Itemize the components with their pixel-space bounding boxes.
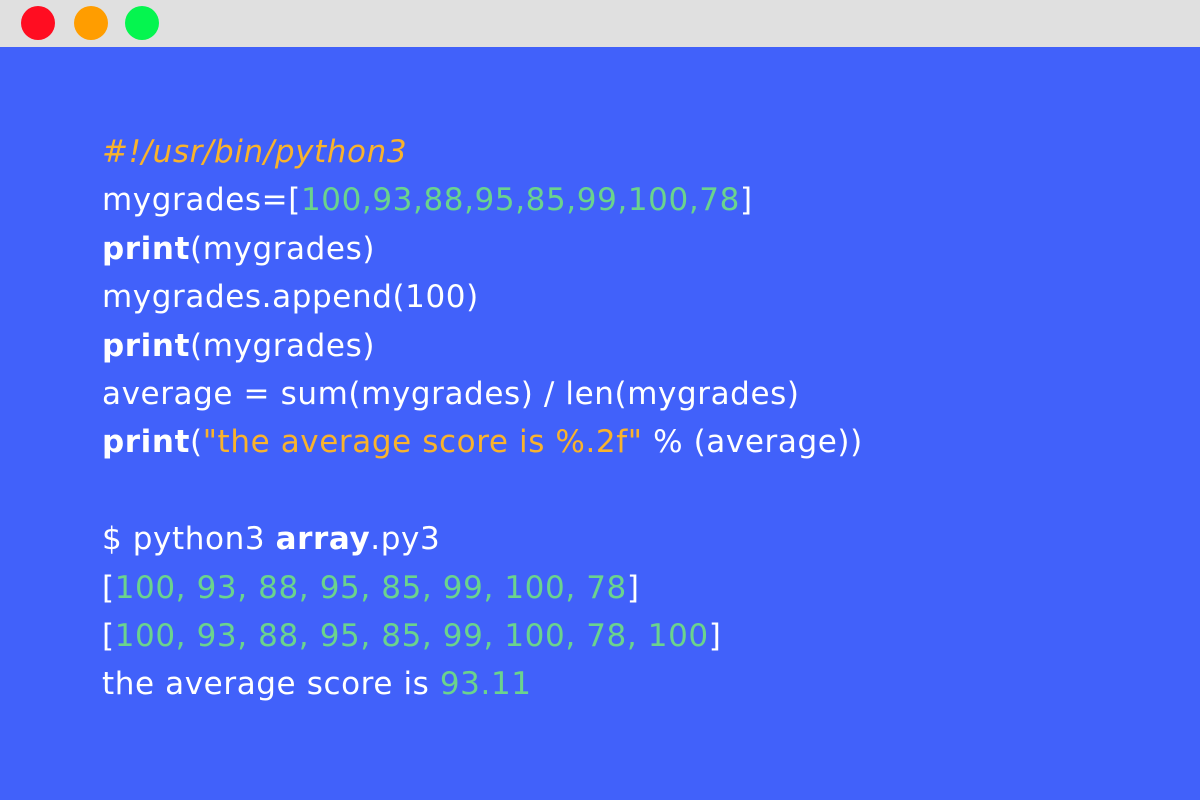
code-line: the average score is 93.11 (102, 660, 1162, 708)
code-token-plain: $ python3 (102, 521, 276, 558)
code-token-plain: .py3 (370, 521, 441, 558)
code-token-plain: % (average)) (642, 424, 863, 461)
title-bar (0, 0, 1200, 47)
code-token-plain: ] (626, 569, 640, 606)
code-token-number: 100, 93, 88, 95, 85, 99, 100, 78, 100 (114, 617, 709, 654)
code-token-string: "the average score is %.2f" (202, 424, 643, 461)
code-line: [100, 93, 88, 95, 85, 99, 100, 78] (102, 564, 1162, 612)
code-token-number: 100,93,88,95,85,99,100,78 (300, 182, 740, 219)
code-token-comment: #!/usr/bin/python3 (102, 134, 408, 170)
code-token-plain: [ (102, 617, 115, 654)
code-line: print(mygrades) (102, 225, 1162, 273)
code-token-keyword: print (102, 327, 190, 364)
maximize-button[interactable] (125, 6, 159, 40)
code-line: mygrades.append(100) (102, 273, 1162, 321)
code-line: print("the average score is %.2f" % (ave… (102, 418, 1162, 466)
code-token-plain: ] (739, 182, 753, 219)
code-line: #!/usr/bin/python3 (102, 128, 1162, 176)
code-token-keyword: array (275, 521, 371, 558)
code-line: mygrades=[100,93,88,95,85,99,100,78] (102, 176, 1162, 224)
code-token-plain: [ (102, 569, 115, 606)
code-token-plain: ( (190, 424, 203, 461)
code-token-plain: the average score is (102, 666, 440, 703)
code-token-plain: ] (708, 617, 722, 654)
close-button[interactable] (21, 6, 55, 40)
code-line: print(mygrades) (102, 322, 1162, 370)
code-line: [100, 93, 88, 95, 85, 99, 100, 78, 100] (102, 612, 1162, 660)
code-area: #!/usr/bin/python3 mygrades=[100,93,88,95… (102, 128, 1162, 709)
code-token-number: 100, 93, 88, 95, 85, 99, 100, 78 (114, 569, 627, 606)
code-token-plain: (mygrades) (190, 327, 376, 364)
code-line: $ python3 array.py3 (102, 515, 1162, 563)
minimize-button[interactable] (74, 6, 108, 40)
code-token-plain: mygrades=[ (102, 182, 301, 219)
code-token-keyword: print (102, 424, 190, 461)
terminal-window: #!/usr/bin/python3 mygrades=[100,93,88,95… (0, 0, 1200, 800)
code-line: average = sum(mygrades) / len(mygrades) (102, 370, 1162, 418)
code-token-number: 93.11 (439, 666, 532, 703)
code-token-plain: mygrades.append(100) (102, 279, 479, 316)
code-token-plain: (mygrades) (190, 230, 376, 267)
code-token-keyword: print (102, 230, 190, 267)
code-token-plain: average = sum(mygrades) / len(mygrades) (102, 375, 800, 412)
